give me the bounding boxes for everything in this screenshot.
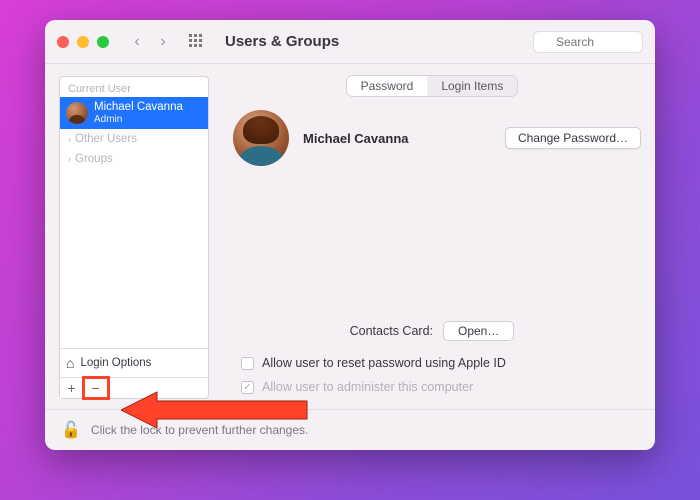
other-users-label: Other Users xyxy=(75,133,137,145)
user-text: Michael Cavanna Admin xyxy=(94,101,183,125)
nav-buttons: ‹ › xyxy=(127,33,173,51)
system-preferences-window: ‹ › Users & Groups 🔍 Current User Michae… xyxy=(45,20,655,450)
users-sidebar: Current User Michael Cavanna Admin › Oth… xyxy=(59,76,209,399)
home-icon: ⌂ xyxy=(66,355,74,371)
allow-reset-label: Allow user to reset password using Apple… xyxy=(262,356,506,370)
change-password-button[interactable]: Change Password… xyxy=(505,127,641,149)
add-user-button[interactable]: + xyxy=(60,378,84,398)
chevron-right-icon: › xyxy=(68,134,71,144)
avatar-large[interactable] xyxy=(233,110,289,166)
window-title: Users & Groups xyxy=(225,33,339,50)
show-all-icon[interactable] xyxy=(189,34,205,50)
sidebar-other-users[interactable]: › Other Users xyxy=(60,129,208,149)
tabs: Password Login Items xyxy=(223,76,641,96)
chevron-right-icon: › xyxy=(68,154,71,164)
login-options-label: Login Options xyxy=(80,357,151,369)
minimize-button[interactable] xyxy=(77,36,89,48)
forward-button[interactable]: › xyxy=(153,33,173,51)
lock-icon[interactable]: 🔓 xyxy=(61,420,81,440)
search-input[interactable] xyxy=(533,31,643,53)
tab-login-items[interactable]: Login Items xyxy=(427,76,517,96)
user-display-name: Michael Cavanna xyxy=(303,131,409,146)
current-user-section-label: Current User xyxy=(60,77,208,97)
sidebar-user-role: Admin xyxy=(94,114,183,125)
open-contacts-button[interactable]: Open… xyxy=(443,321,514,341)
close-button[interactable] xyxy=(57,36,69,48)
tab-password[interactable]: Password xyxy=(347,76,428,96)
allow-reset-checkbox[interactable] xyxy=(241,357,254,370)
sidebar-spacer xyxy=(60,169,208,348)
maximize-button[interactable] xyxy=(97,36,109,48)
lock-text: Click the lock to prevent further change… xyxy=(91,423,308,437)
sidebar-user-name: Michael Cavanna xyxy=(94,101,183,114)
main-panel: Password Login Items Michael Cavanna Cha… xyxy=(223,76,641,399)
avatar-icon xyxy=(66,102,88,124)
titlebar: ‹ › Users & Groups 🔍 xyxy=(45,20,655,64)
search-container: 🔍 xyxy=(533,31,643,53)
body: Current User Michael Cavanna Admin › Oth… xyxy=(45,64,655,409)
allow-reset-row: Allow user to reset password using Apple… xyxy=(223,351,641,375)
tab-group: Password Login Items xyxy=(347,76,518,96)
allow-admin-label: Allow user to administer this computer xyxy=(262,380,473,394)
window-controls xyxy=(57,36,109,48)
contacts-card-label: Contacts Card: xyxy=(350,324,433,338)
login-options-row[interactable]: ⌂ Login Options xyxy=(60,348,208,377)
remove-user-button[interactable]: − xyxy=(84,378,108,398)
user-header: Michael Cavanna Change Password… xyxy=(223,110,641,166)
allow-admin-row: ✓ Allow user to administer this computer xyxy=(223,375,641,399)
allow-admin-checkbox: ✓ xyxy=(241,381,254,394)
sidebar-current-user[interactable]: Michael Cavanna Admin xyxy=(60,97,208,129)
contacts-card-row: Contacts Card: Open… xyxy=(223,321,641,341)
groups-label: Groups xyxy=(75,153,113,165)
back-button[interactable]: ‹ xyxy=(127,33,147,51)
sidebar-groups[interactable]: › Groups xyxy=(60,149,208,169)
spacer xyxy=(223,166,641,321)
add-remove-bar: + − xyxy=(60,377,208,398)
footer: 🔓 Click the lock to prevent further chan… xyxy=(45,409,655,450)
